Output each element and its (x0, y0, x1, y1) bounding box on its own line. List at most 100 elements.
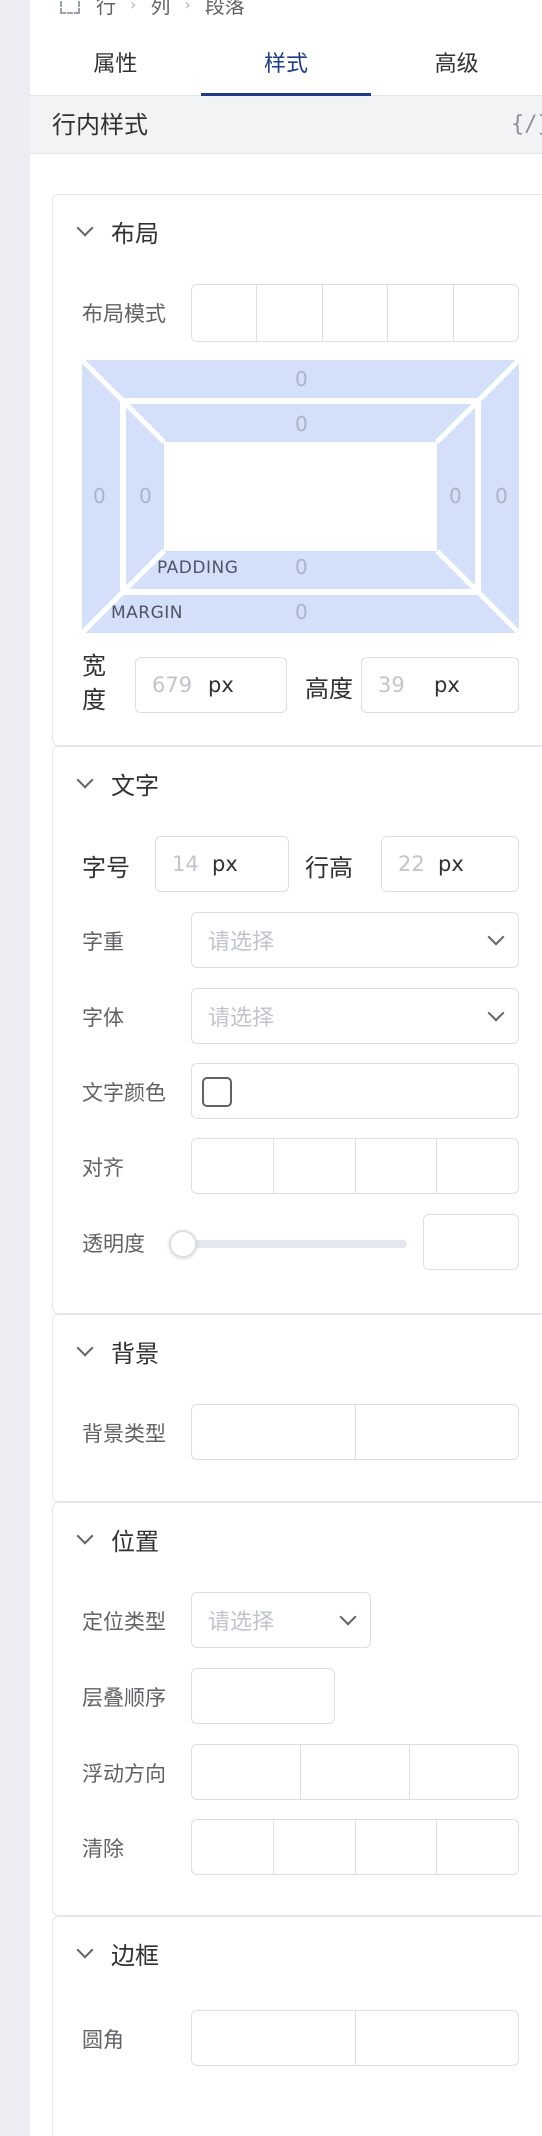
text-group-header[interactable]: 文字 (75, 763, 159, 803)
border-group-header[interactable]: 边框 (75, 1933, 159, 1973)
margin-right-value[interactable]: 0 (495, 484, 508, 508)
tab-style[interactable]: 样式 (200, 34, 372, 96)
clear-option[interactable] (272, 1820, 355, 1874)
width-input[interactable]: 679 px (135, 657, 287, 713)
line-height-input[interactable]: 22 px (381, 836, 519, 892)
padding-label: PADDING (157, 558, 239, 578)
chevron-down-icon (487, 1004, 505, 1022)
width-label: 宽度 (82, 652, 106, 714)
height-input[interactable]: 39 px (361, 657, 519, 713)
height-unit[interactable]: px (434, 673, 460, 697)
chevron-down-icon (339, 1608, 357, 1626)
layout-mode-option[interactable] (387, 285, 452, 341)
clear-option[interactable] (192, 1820, 273, 1874)
layout-group-header[interactable]: 布局 (75, 211, 159, 251)
element-select-icon[interactable] (60, 0, 80, 14)
opacity-slider-track[interactable] (183, 1240, 407, 1248)
section-title: 行内样式 (52, 111, 148, 139)
text-group-title: 文字 (111, 771, 159, 800)
chevron-down-icon (76, 771, 94, 789)
width-value: 679 (152, 673, 193, 697)
layout-mode-label: 布局模式 (82, 302, 166, 326)
margin-top-value[interactable]: 0 (295, 367, 308, 391)
line-height-unit[interactable]: px (438, 852, 464, 876)
border-radius-label: 圆角 (82, 2028, 124, 2052)
text-group: 文字 字号 14 px 行高 22 px 字重 请选择 字体 请选择 文字颜色 … (52, 746, 542, 1314)
clear-segmented (191, 1819, 519, 1875)
border-radius-segmented (191, 2010, 519, 2066)
font-size-label: 字号 (82, 854, 130, 882)
float-label: 浮动方向 (82, 1762, 166, 1786)
font-family-label: 字体 (82, 1006, 124, 1030)
background-group: 背景 背景类型 (52, 1314, 542, 1502)
layout-mode-option[interactable] (192, 285, 256, 341)
opacity-label: 透明度 (82, 1232, 145, 1256)
background-type-segmented (191, 1404, 519, 1460)
chevron-right-icon: › (184, 0, 191, 14)
chevron-right-icon: › (130, 0, 137, 14)
float-option[interactable] (409, 1745, 518, 1799)
margin-label: MARGIN (111, 603, 184, 623)
position-type-label: 定位类型 (82, 1610, 166, 1634)
height-value: 39 (378, 673, 405, 697)
font-weight-label: 字重 (82, 930, 124, 954)
z-index-input[interactable] (191, 1668, 335, 1724)
inline-style-header: 行内样式 {/} (30, 96, 542, 154)
background-type-option[interactable] (192, 1405, 355, 1459)
tab-bar: 属性 样式 高级 (30, 34, 542, 96)
border-radius-option[interactable] (192, 2011, 355, 2065)
chevron-down-icon (76, 1941, 94, 1959)
opacity-input[interactable] (423, 1214, 519, 1270)
left-gutter (0, 0, 30, 2136)
style-panel: 行 › 列 › 段落 属性 样式 高级 行内样式 {/} 布局 布局模式 (30, 0, 542, 2136)
text-color-label: 文字颜色 (82, 1081, 166, 1105)
layout-mode-option[interactable] (452, 285, 518, 341)
chevron-down-icon (76, 1527, 94, 1545)
float-option[interactable] (192, 1745, 300, 1799)
border-radius-option[interactable] (354, 2011, 519, 2065)
clear-option[interactable] (354, 1820, 437, 1874)
opacity-slider-thumb[interactable] (169, 1230, 197, 1258)
align-option[interactable] (354, 1139, 437, 1193)
tab-properties[interactable]: 属性 (30, 34, 201, 95)
tab-advanced[interactable]: 高级 (371, 34, 542, 95)
position-group: 位置 定位类型 请选择 层叠顺序 浮动方向 清除 (52, 1502, 542, 1916)
breadcrumb-item-column[interactable]: 列 (150, 0, 170, 19)
position-type-select[interactable]: 请选择 (191, 1592, 371, 1648)
chevron-down-icon (487, 928, 505, 946)
position-group-header[interactable]: 位置 (75, 1519, 159, 1559)
color-swatch[interactable] (202, 1077, 232, 1107)
padding-top-value[interactable]: 0 (295, 412, 308, 436)
background-type-option[interactable] (354, 1405, 519, 1459)
background-group-header[interactable]: 背景 (75, 1331, 159, 1371)
layout-group: 布局 布局模式 0 0 0 0 0 0 PADDING 0 MARGIN 0 宽… (52, 194, 542, 746)
code-icon[interactable]: {/} (511, 96, 542, 154)
line-height-label: 行高 (305, 854, 353, 882)
border-group: 边框 圆角 (52, 1916, 542, 2136)
margin-left-value[interactable]: 0 (93, 484, 106, 508)
padding-left-value[interactable]: 0 (139, 484, 152, 508)
breadcrumb-item-paragraph[interactable]: 段落 (205, 0, 245, 19)
font-weight-placeholder: 请选择 (208, 930, 275, 955)
align-option[interactable] (272, 1139, 355, 1193)
font-weight-select[interactable]: 请选择 (191, 912, 519, 968)
font-size-unit[interactable]: px (212, 852, 238, 876)
position-group-title: 位置 (111, 1527, 159, 1556)
margin-bottom-value[interactable]: 0 (295, 600, 308, 624)
text-color-picker[interactable] (191, 1063, 519, 1119)
layout-mode-option[interactable] (321, 285, 387, 341)
align-option[interactable] (436, 1139, 518, 1193)
line-height-value: 22 (398, 852, 425, 876)
breadcrumb-item-row[interactable]: 行 (96, 0, 116, 19)
align-option[interactable] (192, 1139, 273, 1193)
layout-mode-segmented (191, 284, 519, 342)
clear-option[interactable] (436, 1820, 518, 1874)
font-family-select[interactable]: 请选择 (191, 988, 519, 1044)
float-option[interactable] (300, 1745, 409, 1799)
layout-mode-option[interactable] (256, 285, 321, 341)
width-unit[interactable]: px (208, 673, 234, 697)
padding-bottom-value[interactable]: 0 (295, 555, 308, 579)
padding-right-value[interactable]: 0 (449, 484, 462, 508)
font-size-input[interactable]: 14 px (155, 836, 289, 892)
height-label: 高度 (305, 675, 353, 703)
